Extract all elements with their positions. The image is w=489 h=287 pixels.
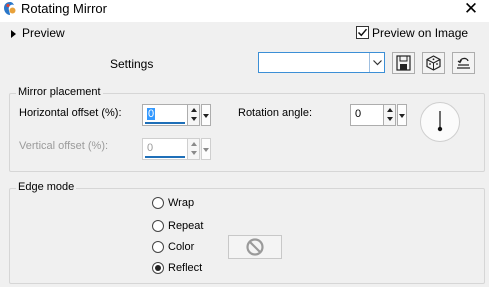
settings-bar (0, 48, 489, 80)
expand-arrow-icon[interactable] (11, 30, 16, 38)
decrement-icon (191, 151, 197, 155)
horizontal-offset-dropdown[interactable] (201, 104, 211, 126)
mirror-placement-title: Mirror placement (16, 86, 103, 98)
dropdown-arrow-icon (203, 148, 209, 152)
slider-bar[interactable] (145, 122, 185, 124)
preset-dropdown-button[interactable] (369, 53, 384, 72)
horizontal-offset-value: 0 (147, 108, 156, 120)
vertical-offset-label: Vertical offset (%): (19, 140, 109, 152)
edge-color-label[interactable]: Color (168, 241, 194, 253)
dropdown-arrow-icon (399, 114, 405, 118)
edge-repeat-radio[interactable] (152, 220, 164, 232)
dice-icon (426, 55, 441, 71)
reset-button[interactable] (452, 52, 475, 74)
edge-reflect-label[interactable]: Reflect (168, 262, 202, 274)
preset-dropdown[interactable] (258, 52, 385, 73)
reset-icon (457, 57, 470, 69)
increment-icon[interactable] (387, 108, 393, 112)
increment-icon[interactable] (191, 108, 197, 112)
mirror-placement-group (9, 93, 485, 172)
close-icon: ✕ (463, 0, 479, 18)
vertical-offset-value: 0 (147, 142, 154, 154)
save-preset-button[interactable] (392, 52, 415, 74)
rotation-dial[interactable] (420, 102, 460, 142)
edge-mode-title: Edge mode (16, 181, 77, 193)
rotation-angle-input[interactable]: 0 (350, 104, 396, 126)
horizontal-offset-stepper[interactable] (187, 105, 199, 125)
rotation-angle-value: 0 (355, 108, 362, 120)
dropdown-arrow-icon (203, 114, 209, 118)
preview-on-image-checkbox[interactable] (356, 26, 369, 39)
settings-label: Settings (110, 57, 154, 71)
increment-icon (191, 142, 197, 146)
decrement-icon[interactable] (191, 117, 197, 121)
save-icon (396, 55, 411, 71)
preview-on-image-label[interactable]: Preview on Image (372, 26, 468, 40)
window-title: Rotating Mirror (21, 1, 107, 16)
edge-reflect-radio[interactable] (152, 262, 164, 274)
edge-color-swatch (228, 235, 282, 259)
rotation-angle-stepper[interactable] (383, 105, 395, 125)
chevron-down-icon (373, 60, 382, 66)
radio-selected-dot (155, 265, 161, 271)
vertical-offset-stepper (187, 139, 199, 159)
edge-wrap-label[interactable]: Wrap (168, 197, 194, 209)
edge-color-radio[interactable] (152, 241, 164, 253)
dial-needle-icon (437, 111, 443, 132)
vertical-offset-dropdown (201, 138, 211, 160)
rotation-angle-dropdown[interactable] (397, 104, 407, 126)
vertical-offset-input: 0 (142, 138, 200, 160)
slider-bar (145, 156, 185, 158)
preview-toggle-label[interactable]: Preview (22, 26, 65, 40)
rotation-angle-label: Rotation angle: (238, 107, 312, 119)
disabled-icon (246, 238, 264, 256)
edge-wrap-radio[interactable] (152, 197, 164, 209)
close-button[interactable]: ✕ (459, 0, 483, 19)
edge-repeat-label[interactable]: Repeat (168, 220, 203, 232)
randomize-button[interactable] (422, 52, 445, 74)
checkmark-icon (357, 28, 368, 37)
horizontal-offset-input[interactable]: 0 (142, 104, 200, 126)
app-logo-icon (3, 1, 17, 16)
horizontal-offset-label: Horizontal offset (%): (19, 107, 122, 119)
decrement-icon[interactable] (387, 117, 393, 121)
